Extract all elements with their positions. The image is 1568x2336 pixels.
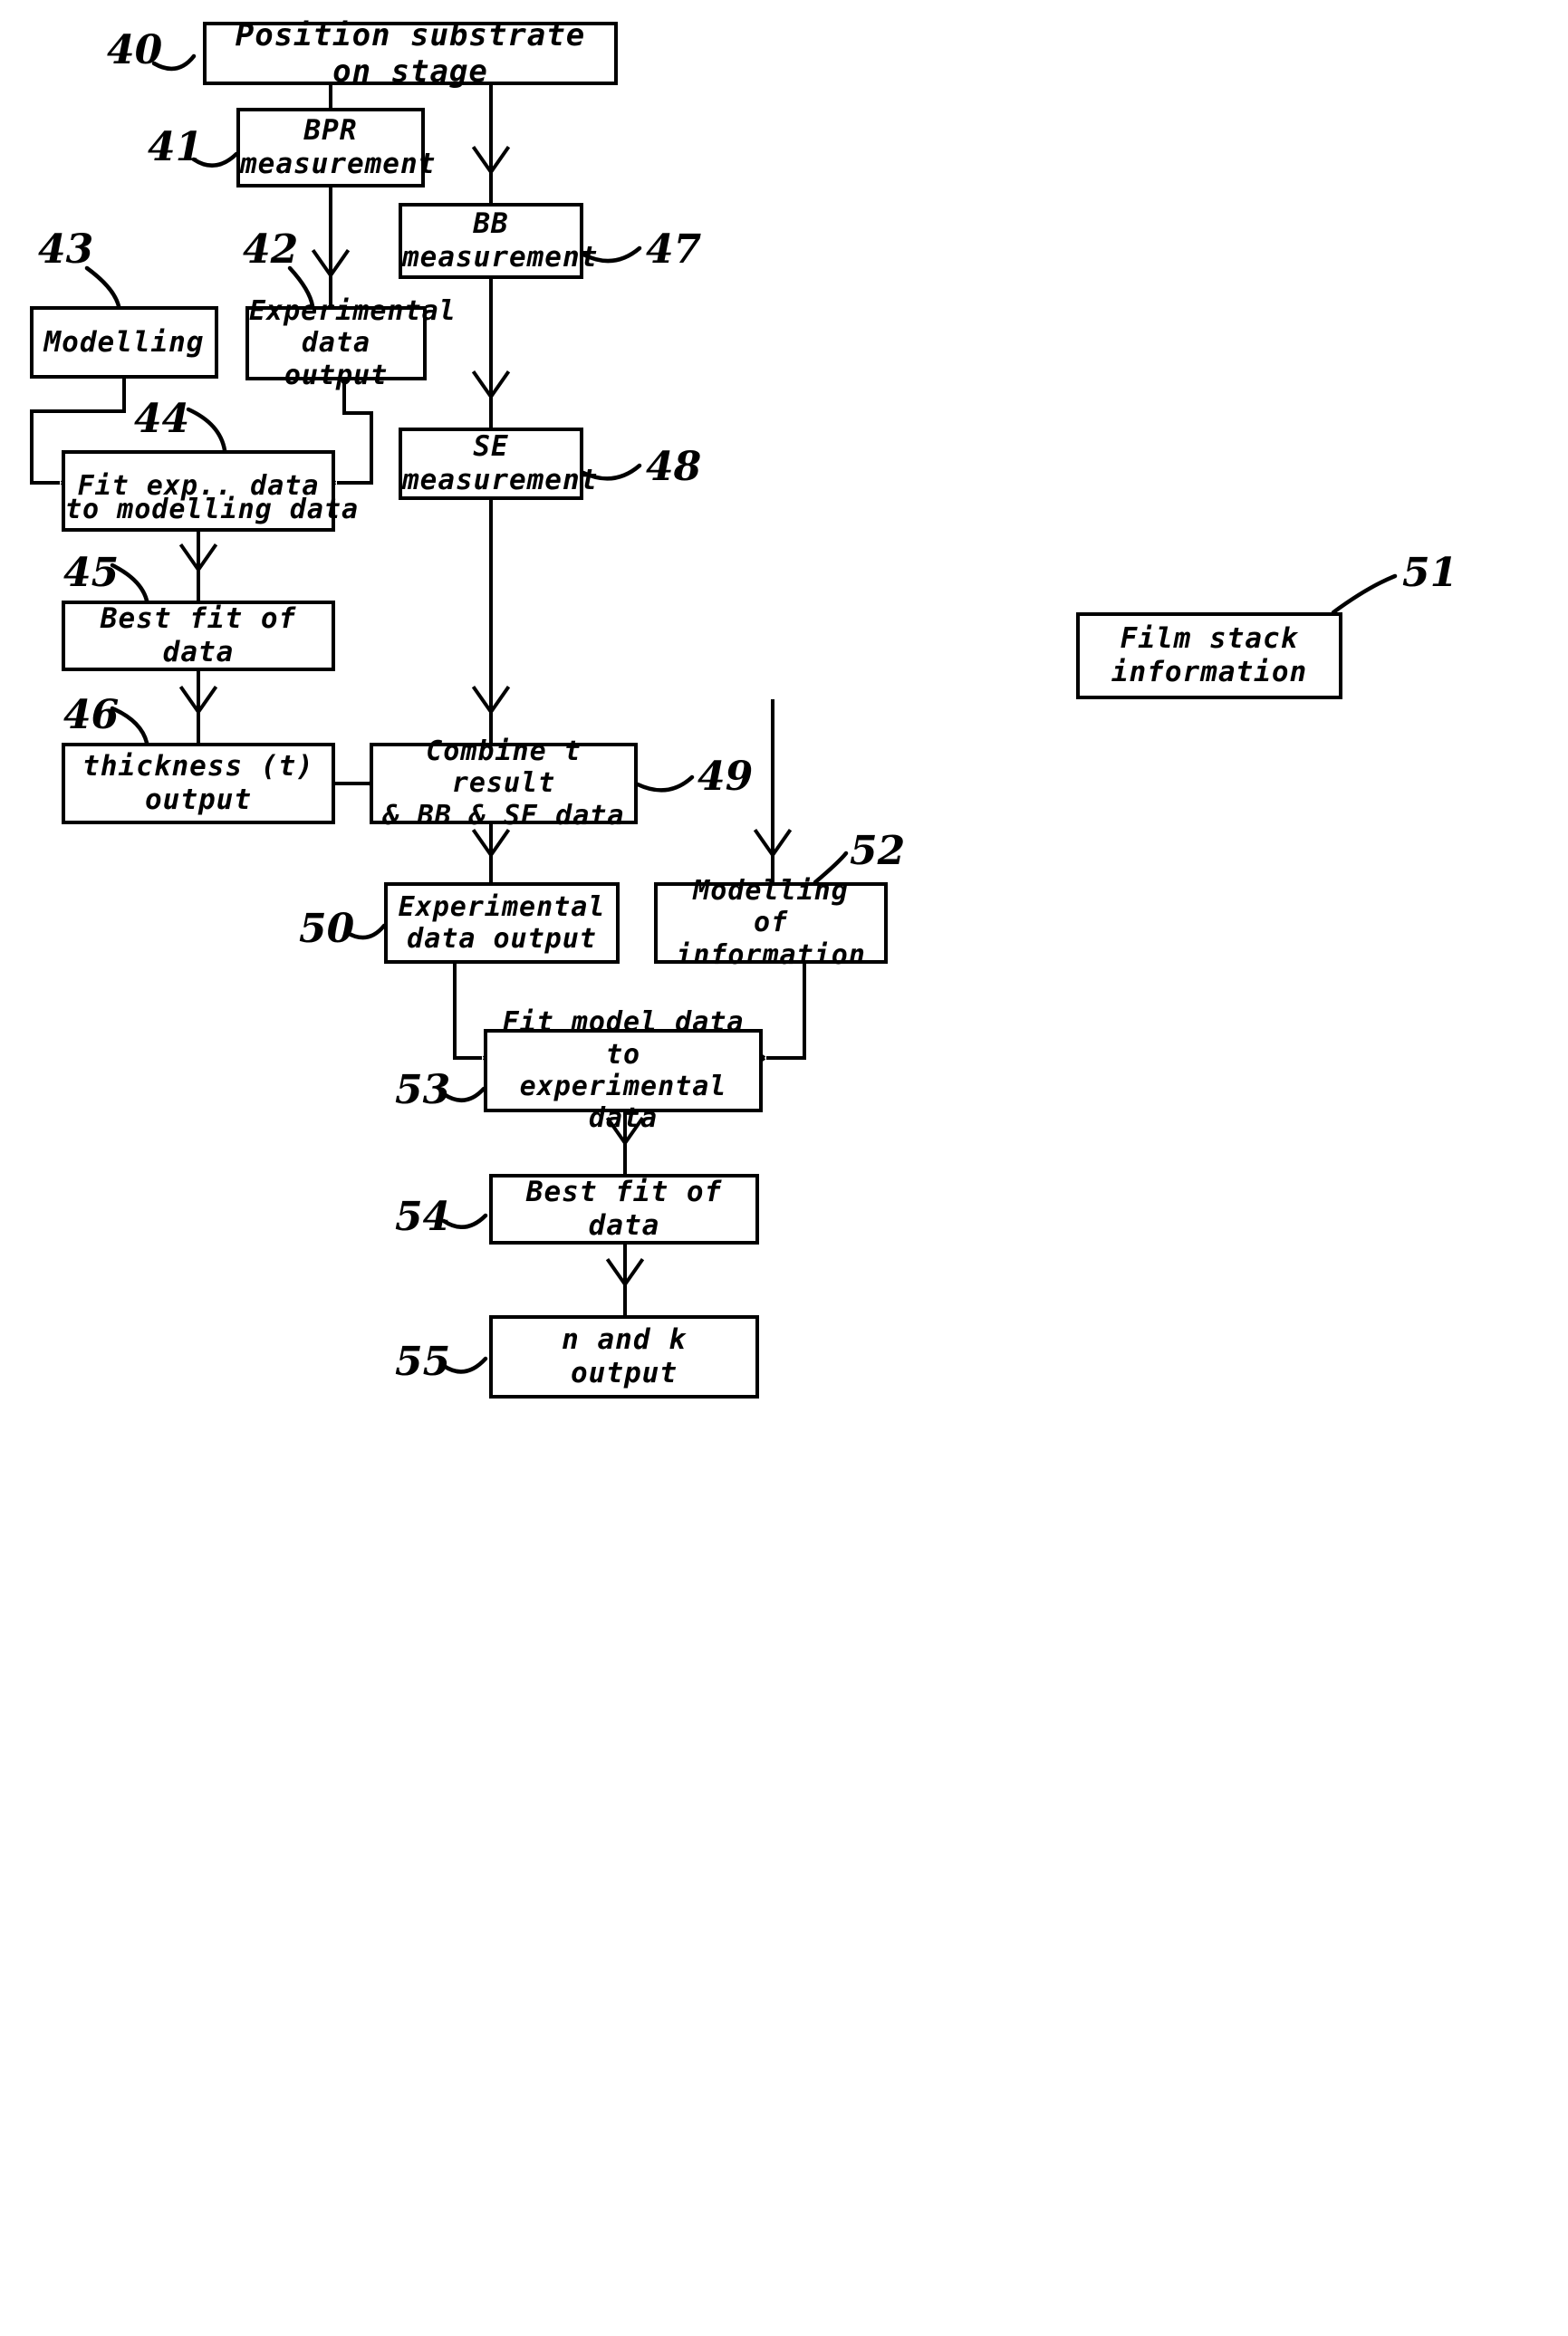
patent-figure-sheet: Position substrate on stage BPR measurem… — [0, 0, 1568, 1449]
ref-numeral-43: 43 — [38, 226, 94, 273]
ref-numeral-46: 46 — [63, 692, 120, 738]
ref-numeral-53: 53 — [395, 1067, 451, 1113]
ref-numeral-55: 55 — [395, 1339, 451, 1385]
ref-numeral-40: 40 — [107, 27, 163, 73]
ref-numeral-42: 42 — [243, 226, 299, 273]
ref-numeral-45: 45 — [63, 550, 120, 596]
ref-numeral-50: 50 — [299, 906, 355, 952]
ref-numeral-52: 52 — [850, 828, 906, 874]
ref-numeral-47: 47 — [646, 226, 702, 273]
ref-numeral-48: 48 — [646, 444, 702, 490]
leader-55 — [441, 1356, 488, 1374]
ref-numeral-49: 49 — [697, 754, 754, 800]
ref-numeral-51: 51 — [1402, 550, 1458, 596]
ref-numeral-44: 44 — [134, 396, 190, 442]
ref-numeral-54: 54 — [395, 1194, 451, 1240]
ref-numeral-41: 41 — [148, 124, 204, 170]
